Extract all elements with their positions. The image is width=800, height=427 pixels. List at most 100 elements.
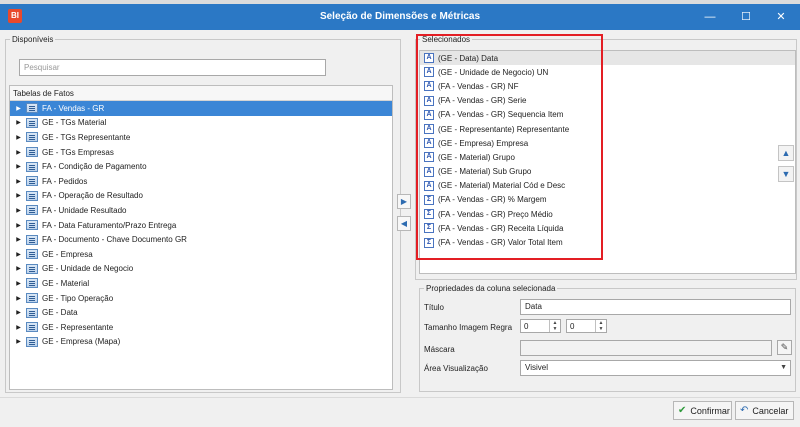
expand-arrow-icon[interactable]: ▶: [14, 178, 23, 185]
tree-item-label: GE - TGs Representante: [42, 132, 131, 142]
tree-item[interactable]: ▶ GE - TGs Empresas: [10, 145, 392, 160]
available-legend: Disponíveis: [12, 35, 54, 44]
table-icon: [26, 176, 38, 187]
mask-label: Máscara: [424, 345, 455, 354]
expand-arrow-icon[interactable]: ▶: [14, 163, 23, 170]
close-icon[interactable]: ✕: [771, 8, 791, 26]
table-icon: [26, 336, 38, 347]
spin-down-icon[interactable]: ▼: [596, 326, 606, 332]
expand-arrow-icon[interactable]: ▶: [14, 309, 23, 316]
tree-item-label: GE - Material: [42, 278, 90, 288]
expand-arrow-icon[interactable]: ▶: [14, 149, 23, 156]
tree-header: Tabelas de Fatos: [10, 86, 392, 101]
move-down-button[interactable]: ▼: [778, 166, 794, 182]
expand-arrow-icon[interactable]: ▶: [14, 295, 23, 302]
table-icon: [26, 205, 38, 216]
tree-item-label: GE - Data: [42, 308, 78, 318]
expand-arrow-icon[interactable]: ▶: [14, 338, 23, 345]
tree-item[interactable]: ▶ GE - Tipo Operação: [10, 291, 392, 306]
tree-item[interactable]: ▶ FA - Unidade Resultado: [10, 203, 392, 218]
tree-item-label: GE - TGs Material: [42, 118, 107, 128]
confirm-button[interactable]: ✔ Confirmar: [673, 401, 732, 420]
tree-item[interactable]: ▶ GE - Material: [10, 276, 392, 291]
check-icon: ✔: [678, 405, 687, 416]
highlight-box: [416, 34, 603, 260]
remove-button[interactable]: ◀: [397, 216, 411, 231]
expand-arrow-icon[interactable]: ▶: [14, 134, 23, 141]
table-icon: [26, 293, 38, 304]
search-input[interactable]: Pesquisar: [19, 59, 326, 76]
visualization-area-label: Área Visualização: [424, 364, 488, 373]
visualization-area-select[interactable]: Visivel ▼: [520, 360, 791, 376]
title-field[interactable]: Data: [520, 299, 791, 315]
tree-item[interactable]: ▶ FA - Documento - Chave Documento GR: [10, 232, 392, 247]
expand-arrow-icon[interactable]: ▶: [14, 207, 23, 214]
table-icon: [26, 263, 38, 274]
tree-item[interactable]: ▶ GE - TGs Material: [10, 116, 392, 131]
mask-field[interactable]: [520, 340, 772, 356]
image-height-stepper[interactable]: 0 ▲ ▼: [566, 319, 607, 333]
expand-arrow-icon[interactable]: ▶: [14, 105, 23, 112]
expand-arrow-icon[interactable]: ▶: [14, 222, 23, 229]
title-bar: BI Seleção de Dimensões e Métricas — ☐ ✕: [0, 4, 800, 30]
table-icon: [26, 249, 38, 260]
tree-item-label: GE - TGs Empresas: [42, 147, 114, 157]
tree-item[interactable]: ▶ GE - Empresa (Mapa): [10, 335, 392, 350]
tree-item-label: FA - Vendas - GR: [42, 103, 105, 113]
tree-item[interactable]: ▶ FA - Pedidos: [10, 174, 392, 189]
add-button[interactable]: ▶: [397, 194, 411, 209]
cancel-label: Cancelar: [752, 405, 789, 416]
image-width-stepper[interactable]: 0 ▲ ▼: [520, 319, 561, 333]
spin-buttons[interactable]: ▲ ▼: [595, 320, 606, 332]
image-height-value: 0: [570, 322, 575, 331]
expand-arrow-icon[interactable]: ▶: [14, 265, 23, 272]
tree-item[interactable]: ▶ FA - Condição de Pagamento: [10, 159, 392, 174]
tree-item-label: GE - Empresa: [42, 249, 93, 259]
properties-legend: Propriedades da coluna selecionada: [426, 284, 556, 293]
table-icon: [26, 220, 38, 231]
table-icon: [26, 161, 38, 172]
maximize-icon[interactable]: ☐: [736, 8, 756, 26]
tree-item-label: FA - Operação de Resultado: [42, 191, 143, 201]
table-icon: [26, 278, 38, 289]
expand-arrow-icon[interactable]: ▶: [14, 324, 23, 331]
chevron-down-icon[interactable]: ▼: [780, 364, 787, 371]
tree-item-label: GE - Unidade de Negocio: [42, 264, 134, 274]
minimize-icon[interactable]: —: [700, 8, 720, 26]
spin-buttons[interactable]: ▲ ▼: [549, 320, 560, 332]
tree-item[interactable]: ▶ GE - TGs Representante: [10, 130, 392, 145]
spin-down-icon[interactable]: ▼: [550, 326, 560, 332]
tree-item[interactable]: ▶ FA - Data Faturamento/Prazo Entrega: [10, 218, 392, 233]
tree-item[interactable]: ▶ FA - Operação de Resultado: [10, 189, 392, 204]
expand-arrow-icon[interactable]: ▶: [14, 280, 23, 287]
table-icon: [26, 234, 38, 245]
table-icon: [26, 117, 38, 128]
title-label: Título: [424, 303, 445, 312]
cancel-button[interactable]: ↶ Cancelar: [735, 401, 794, 420]
tree-item[interactable]: ▶ GE - Representante: [10, 320, 392, 335]
edit-mask-icon[interactable]: ✎: [777, 340, 792, 355]
tree-item[interactable]: ▶ GE - Unidade de Negocio: [10, 262, 392, 277]
undo-icon: ↶: [740, 405, 749, 416]
facts-tree: Tabelas de Fatos ▶ FA - Vendas - GR ▶ GE - …: [9, 85, 393, 390]
tree-item[interactable]: ▶ GE - Empresa: [10, 247, 392, 262]
tree-item-label: FA - Pedidos: [42, 176, 88, 186]
move-up-button[interactable]: ▲: [778, 145, 794, 161]
tree-item-label: GE - Tipo Operação: [42, 293, 114, 303]
window-title: Seleção de Dimensões e Métricas: [319, 11, 481, 22]
image-width-value: 0: [524, 322, 529, 331]
tree-item-label: FA - Condição de Pagamento: [42, 162, 147, 172]
expand-arrow-icon[interactable]: ▶: [14, 192, 23, 199]
table-icon: [26, 103, 38, 114]
footer-divider: [0, 397, 800, 398]
tree-item[interactable]: ▶ GE - Data: [10, 305, 392, 320]
expand-arrow-icon[interactable]: ▶: [14, 251, 23, 258]
expand-arrow-icon[interactable]: ▶: [14, 236, 23, 243]
table-icon: [26, 132, 38, 143]
table-icon: [26, 307, 38, 318]
tree-item-label: FA - Unidade Resultado: [42, 205, 127, 215]
tree-item-label: FA - Documento - Chave Documento GR: [42, 235, 187, 245]
table-icon: [26, 147, 38, 158]
expand-arrow-icon[interactable]: ▶: [14, 119, 23, 126]
tree-item[interactable]: ▶ FA - Vendas - GR: [10, 101, 392, 116]
